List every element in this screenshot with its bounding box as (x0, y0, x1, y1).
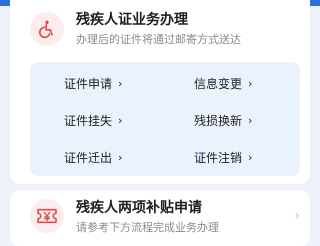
grid-item-label: 证件挂失 (64, 114, 113, 128)
replace-damaged-link[interactable]: 残损换新 › (194, 112, 252, 129)
section-title: 残疾人两项补贴申请 (76, 200, 202, 216)
report-loss-link[interactable]: 证件挂失 › (64, 112, 122, 129)
info-change-link[interactable]: 信息变更 › (194, 75, 252, 92)
grid-item-label: 证件注销 (194, 151, 243, 165)
service-grid: 证件申请 › 信息变更 › 证件挂失 › 残损换新 › 证件迁出 › 证件注销 … (30, 62, 300, 176)
grid-item-label: 信息变更 (194, 77, 243, 91)
chevron-right-icon: › (118, 151, 123, 164)
section-title: 残疾人证业务办理 (76, 12, 188, 28)
yen-ticket-icon (37, 208, 57, 224)
grid-item-label: 证件迁出 (64, 151, 113, 165)
chevron-right-icon: › (248, 151, 253, 164)
wheelchair-icon-badge (30, 12, 64, 46)
section-subtitle: 请参考下方流程完成业务办理 (76, 221, 219, 234)
apply-certificate-link[interactable]: 证件申请 › (64, 75, 122, 92)
subsidy-application-card[interactable]: 残疾人两项补贴申请 请参考下方流程完成业务办理 › (10, 190, 310, 246)
chevron-right-icon: › (118, 77, 123, 90)
grid-item-label: 残损换新 (194, 114, 243, 128)
cancel-certificate-link[interactable]: 证件注销 › (194, 149, 252, 166)
chevron-right-icon: › (248, 77, 253, 90)
grid-item-label: 证件申请 (64, 77, 113, 91)
section-subtitle: 办理后的证件将通过邮寄方式送达 (76, 33, 241, 46)
yen-ticket-icon-badge (30, 199, 64, 233)
chevron-right-icon: › (248, 114, 253, 127)
wheelchair-icon (38, 20, 53, 39)
certificate-service-card: 残疾人证业务办理 办理后的证件将通过邮寄方式送达 证件申请 › 信息变更 › 证… (10, 0, 310, 184)
chevron-right-icon: › (294, 208, 300, 224)
transfer-out-link[interactable]: 证件迁出 › (64, 149, 122, 166)
chevron-right-icon: › (118, 114, 123, 127)
